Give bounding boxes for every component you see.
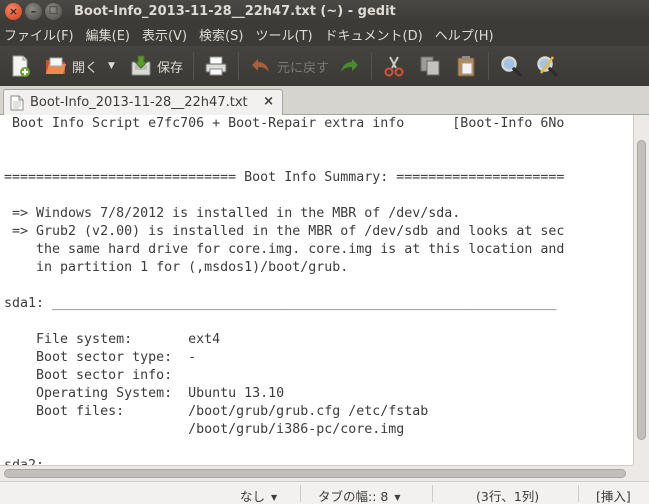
editor-line: Boot sector type: - — [4, 350, 197, 365]
editor-line: Operating System: Ubuntu 13.10 — [4, 386, 285, 401]
tab-width-label: タブの幅:: 8 — [318, 489, 389, 504]
cut-button[interactable] — [378, 50, 410, 82]
menu-help[interactable]: ヘルプ(H) — [429, 25, 500, 44]
redo-button[interactable] — [333, 50, 365, 82]
find-replace-button[interactable] — [531, 50, 563, 82]
open-label: 開く — [72, 60, 99, 76]
menu-file[interactable]: ファイル(F) — [0, 25, 80, 44]
save-label: 保存 — [156, 60, 183, 76]
save-icon — [131, 55, 151, 76]
menu-edit[interactable]: 編集(E) — [80, 25, 136, 44]
vertical-scrollbar[interactable] — [633, 115, 649, 465]
document-tab-bar: Boot-Info_2013-11-28__22h47.txt × — [0, 86, 649, 115]
status-divider — [432, 485, 433, 502]
vertical-scroll-thumb[interactable] — [637, 140, 646, 440]
menu-tools[interactable]: ツール(T) — [249, 25, 318, 44]
status-divider — [578, 485, 579, 502]
editor-line: sda2: __________________________________… — [4, 457, 556, 465]
undo-icon — [251, 59, 269, 72]
save-button[interactable]: 保存 — [125, 50, 187, 82]
menu-view[interactable]: 表示(V) — [136, 25, 193, 44]
paste-button[interactable] — [450, 50, 482, 82]
copy-icon — [420, 56, 440, 76]
open-button[interactable]: 開く — [40, 50, 102, 82]
editor-line: File system: ext4 — [4, 332, 221, 347]
window-title: Boot-Info_2013-11-28__22h47.txt (~) - ge… — [74, 3, 396, 19]
editor-line: ============================= Boot Info … — [4, 170, 565, 185]
cursor-position: (3行、1列) — [476, 489, 540, 504]
maximize-window-button[interactable]: □ — [45, 2, 62, 20]
new-document-icon — [12, 55, 30, 77]
tab-width-selector[interactable]: タブの幅:: 8 ▼ — [318, 486, 401, 504]
undo-label: 元に戻す — [276, 60, 329, 76]
search-icon — [501, 56, 522, 77]
toolbar-separator — [192, 52, 194, 80]
toolbar-separator — [370, 52, 372, 80]
horizontal-scroll-thumb[interactable] — [4, 469, 626, 478]
editor-line: => Grub2 (v2.00) is installed in the MBR… — [4, 224, 565, 239]
horizontal-scrollbar[interactable] — [0, 465, 633, 481]
menu-documents[interactable]: ドキュメント(D) — [319, 25, 429, 44]
editor-line: sda1: __________________________________… — [4, 296, 557, 311]
text-file-icon — [10, 95, 24, 110]
text-editor[interactable]: Boot Info Script e7fc706 + Boot-Repair e… — [0, 115, 633, 465]
new-document-button[interactable] — [4, 50, 36, 82]
toolbar: 開く ▼ 保存 元に戻す — [0, 46, 649, 86]
editor-line: the same hard drive for core.img. core.i… — [4, 242, 565, 257]
minimize-window-button[interactable]: – — [25, 2, 42, 20]
menu-search[interactable]: 検索(S) — [193, 25, 249, 44]
editor-line: /boot/grub/i386-pc/core.img — [4, 422, 405, 437]
cut-icon — [384, 56, 404, 77]
highlight-mode-label: なし — [240, 489, 266, 504]
print-icon — [205, 56, 227, 76]
editor-line: Boot files: /boot/grub/grub.cfg /etc/fst… — [4, 404, 429, 419]
chevron-down-icon: ▼ — [271, 493, 278, 502]
find-replace-icon — [537, 56, 558, 77]
highlight-mode-selector[interactable]: なし ▼ — [240, 486, 277, 504]
paste-icon — [457, 56, 475, 77]
editor-line: Boot Info Script e7fc706 + Boot-Repair e… — [4, 116, 565, 131]
status-divider — [300, 485, 301, 502]
print-button[interactable] — [200, 50, 232, 82]
window-controls: × – □ — [5, 2, 62, 20]
find-button[interactable] — [495, 50, 527, 82]
tab-label: Boot-Info_2013-11-28__22h47.txt — [30, 95, 248, 110]
open-recent-dropdown-icon[interactable]: ▼ — [108, 61, 115, 71]
chevron-down-icon: ▼ — [394, 493, 401, 502]
close-window-button[interactable]: × — [5, 2, 22, 20]
insert-mode-indicator: [挿入] — [596, 489, 631, 504]
close-tab-icon[interactable]: × — [263, 94, 274, 109]
editor-line: in partition 1 for (,msdos1)/boot/grub. — [4, 260, 349, 275]
status-bar: なし ▼ タブの幅:: 8 ▼ (3行、1列) [挿入] — [0, 481, 649, 504]
copy-button[interactable] — [414, 50, 446, 82]
editor-line: Boot sector info: — [4, 368, 173, 383]
folder-open-icon — [46, 57, 66, 74]
scrollbar-corner — [633, 465, 649, 481]
maximize-icon: □ — [48, 5, 59, 16]
close-icon: × — [8, 4, 19, 18]
title-bar: × – □ Boot-Info_2013-11-28__22h47.txt (~… — [0, 0, 649, 22]
undo-button[interactable]: 元に戻す — [245, 50, 333, 82]
editor-line: => Windows 7/8/2012 is installed in the … — [4, 206, 461, 221]
menu-bar: ファイル(F) 編集(E) 表示(V) 検索(S) ツール(T) ドキュメント(… — [0, 22, 649, 46]
document-tab[interactable]: Boot-Info_2013-11-28__22h47.txt × — [3, 89, 283, 115]
redo-icon — [340, 59, 358, 72]
toolbar-separator — [487, 52, 489, 80]
toolbar-separator — [237, 52, 239, 80]
minimize-icon: – — [30, 4, 37, 18]
